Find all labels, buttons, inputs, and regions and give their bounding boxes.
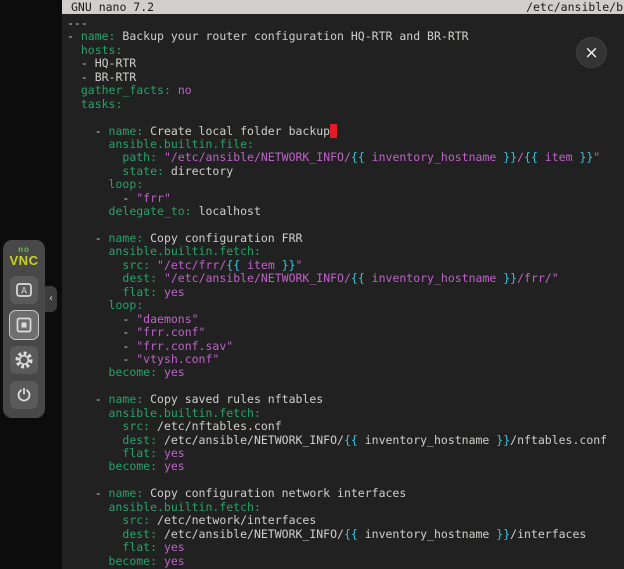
editor-line: - name: Create local folder backup [67, 125, 624, 138]
svg-text:A: A [21, 286, 27, 296]
fullscreen-button[interactable] [10, 311, 38, 339]
close-button[interactable]: × [577, 38, 606, 67]
power-icon [14, 385, 34, 405]
editor-line: dest: /etc/ansible/NETWORK_INFO/{{ inven… [67, 434, 624, 447]
editor-line: state: directory [67, 165, 624, 178]
editor-line: ansible.builtin.fetch: [67, 407, 624, 420]
editor-line: src: /etc/network/interfaces [67, 514, 624, 527]
editor-line: flat: yes [67, 447, 624, 460]
vnc-control-bar: no VNC A [3, 240, 45, 418]
editor-line [67, 219, 624, 232]
editor-line: - HQ-RTR [67, 57, 624, 70]
editor-line: - BR-RTR [67, 71, 624, 84]
gear-icon [14, 350, 34, 370]
editor-line: - name: Copy configuration FRR [67, 232, 624, 245]
editor-line: dest: "/etc/ansible/NETWORK_INFO/{{ inve… [67, 272, 624, 285]
editor-line: - "frr.conf" [67, 326, 624, 339]
settings-button[interactable] [10, 346, 38, 374]
novnc-logo: no VNC [10, 246, 39, 267]
novnc-logo-vnc: VNC [10, 254, 39, 267]
close-icon: × [584, 43, 598, 63]
editor-line: become: yes [67, 555, 624, 568]
editor-line: - name: Copy saved rules nftables [67, 393, 624, 406]
editor-line: - "frr" [67, 192, 624, 205]
editor-line: ansible.builtin.fetch: [67, 245, 624, 258]
editor-line: become: yes [67, 460, 624, 473]
editor-line: dest: /etc/ansible/NETWORK_INFO/{{ inven… [67, 528, 624, 541]
editor-line: - name: Backup your router configuration… [67, 30, 624, 43]
editor-line: ansible.builtin.file: [67, 138, 624, 151]
editor-line: - "daemons" [67, 313, 624, 326]
editor-line: gather_facts: no [67, 84, 624, 97]
editor-line: src: "/etc/frr/{{ item }}" [67, 259, 624, 272]
terminal-window[interactable]: GNU nano 7.2 /etc/ansible/b ---- name: B… [62, 0, 624, 569]
editor-line: flat: yes [67, 541, 624, 554]
editor-line [67, 474, 624, 487]
editor-line: path: "/etc/ansible/NETWORK_INFO/{{ inve… [67, 151, 624, 164]
nano-version: GNU nano 7.2 [71, 0, 154, 14]
editor-line: loop: [67, 299, 624, 312]
editor-line: hosts: [67, 44, 624, 57]
control-bar-handle[interactable]: ‹ [45, 286, 57, 312]
editor-line [67, 380, 624, 393]
editor-line: src: /etc/nftables.conf [67, 420, 624, 433]
power-button[interactable] [10, 381, 38, 409]
editor-line: ansible.builtin.fetch: [67, 501, 624, 514]
editor-line: - "frr.conf.sav" [67, 340, 624, 353]
editor-line: become: yes [67, 366, 624, 379]
fullscreen-icon [14, 315, 34, 335]
editor-line: tasks: [67, 98, 624, 111]
editor-line: loop: [67, 178, 624, 191]
nano-filename: /etc/ansible/b [526, 0, 623, 14]
keyboard-icon: A [14, 280, 34, 300]
chevron-left-icon: ‹ [49, 293, 53, 304]
editor-line [67, 111, 624, 124]
editor-line: --- [67, 17, 624, 30]
nano-titlebar: GNU nano 7.2 /etc/ansible/b [62, 0, 624, 14]
editor-lines: ---- name: Backup your router configurat… [62, 14, 624, 568]
editor-line: - "vtysh.conf" [67, 353, 624, 366]
editor-line: flat: yes [67, 286, 624, 299]
keyboard-button[interactable]: A [10, 276, 38, 304]
editor-line: - name: Copy configuration network inter… [67, 487, 624, 500]
editor-line: delegate_to: localhost [67, 205, 624, 218]
